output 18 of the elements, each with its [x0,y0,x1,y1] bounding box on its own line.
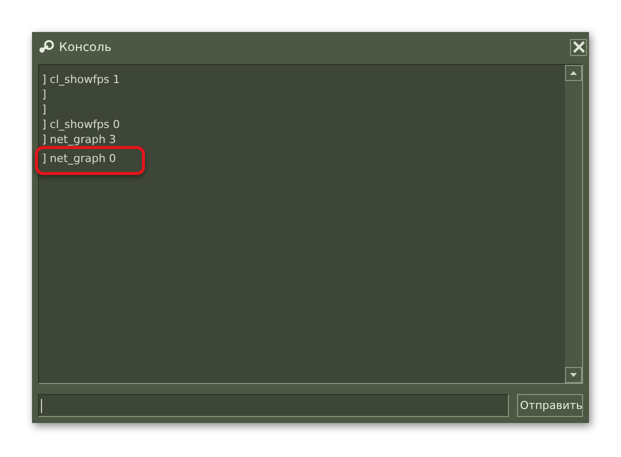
close-icon [572,41,584,53]
send-button[interactable]: Отправить [517,394,583,417]
log-line: ] cl_showfps 1 [42,73,120,86]
log-line: ] cl_showfps 0 [42,118,120,131]
scrollbar[interactable] [565,65,582,383]
down-arrow-icon [570,373,577,377]
command-input[interactable] [38,394,509,417]
up-arrow-icon [570,71,577,75]
steam-logo-icon [38,40,54,54]
log-line: ] net_graph 3 [42,133,116,146]
window-title: Консоль [59,40,112,54]
scroll-down-button[interactable] [565,367,582,383]
scroll-up-button[interactable] [565,65,582,81]
log-line: ] net_graph 0 [42,152,116,165]
text-cursor [41,399,42,413]
log-line: ] [42,103,46,116]
log-line: ] [42,88,46,101]
close-button[interactable] [570,38,587,56]
